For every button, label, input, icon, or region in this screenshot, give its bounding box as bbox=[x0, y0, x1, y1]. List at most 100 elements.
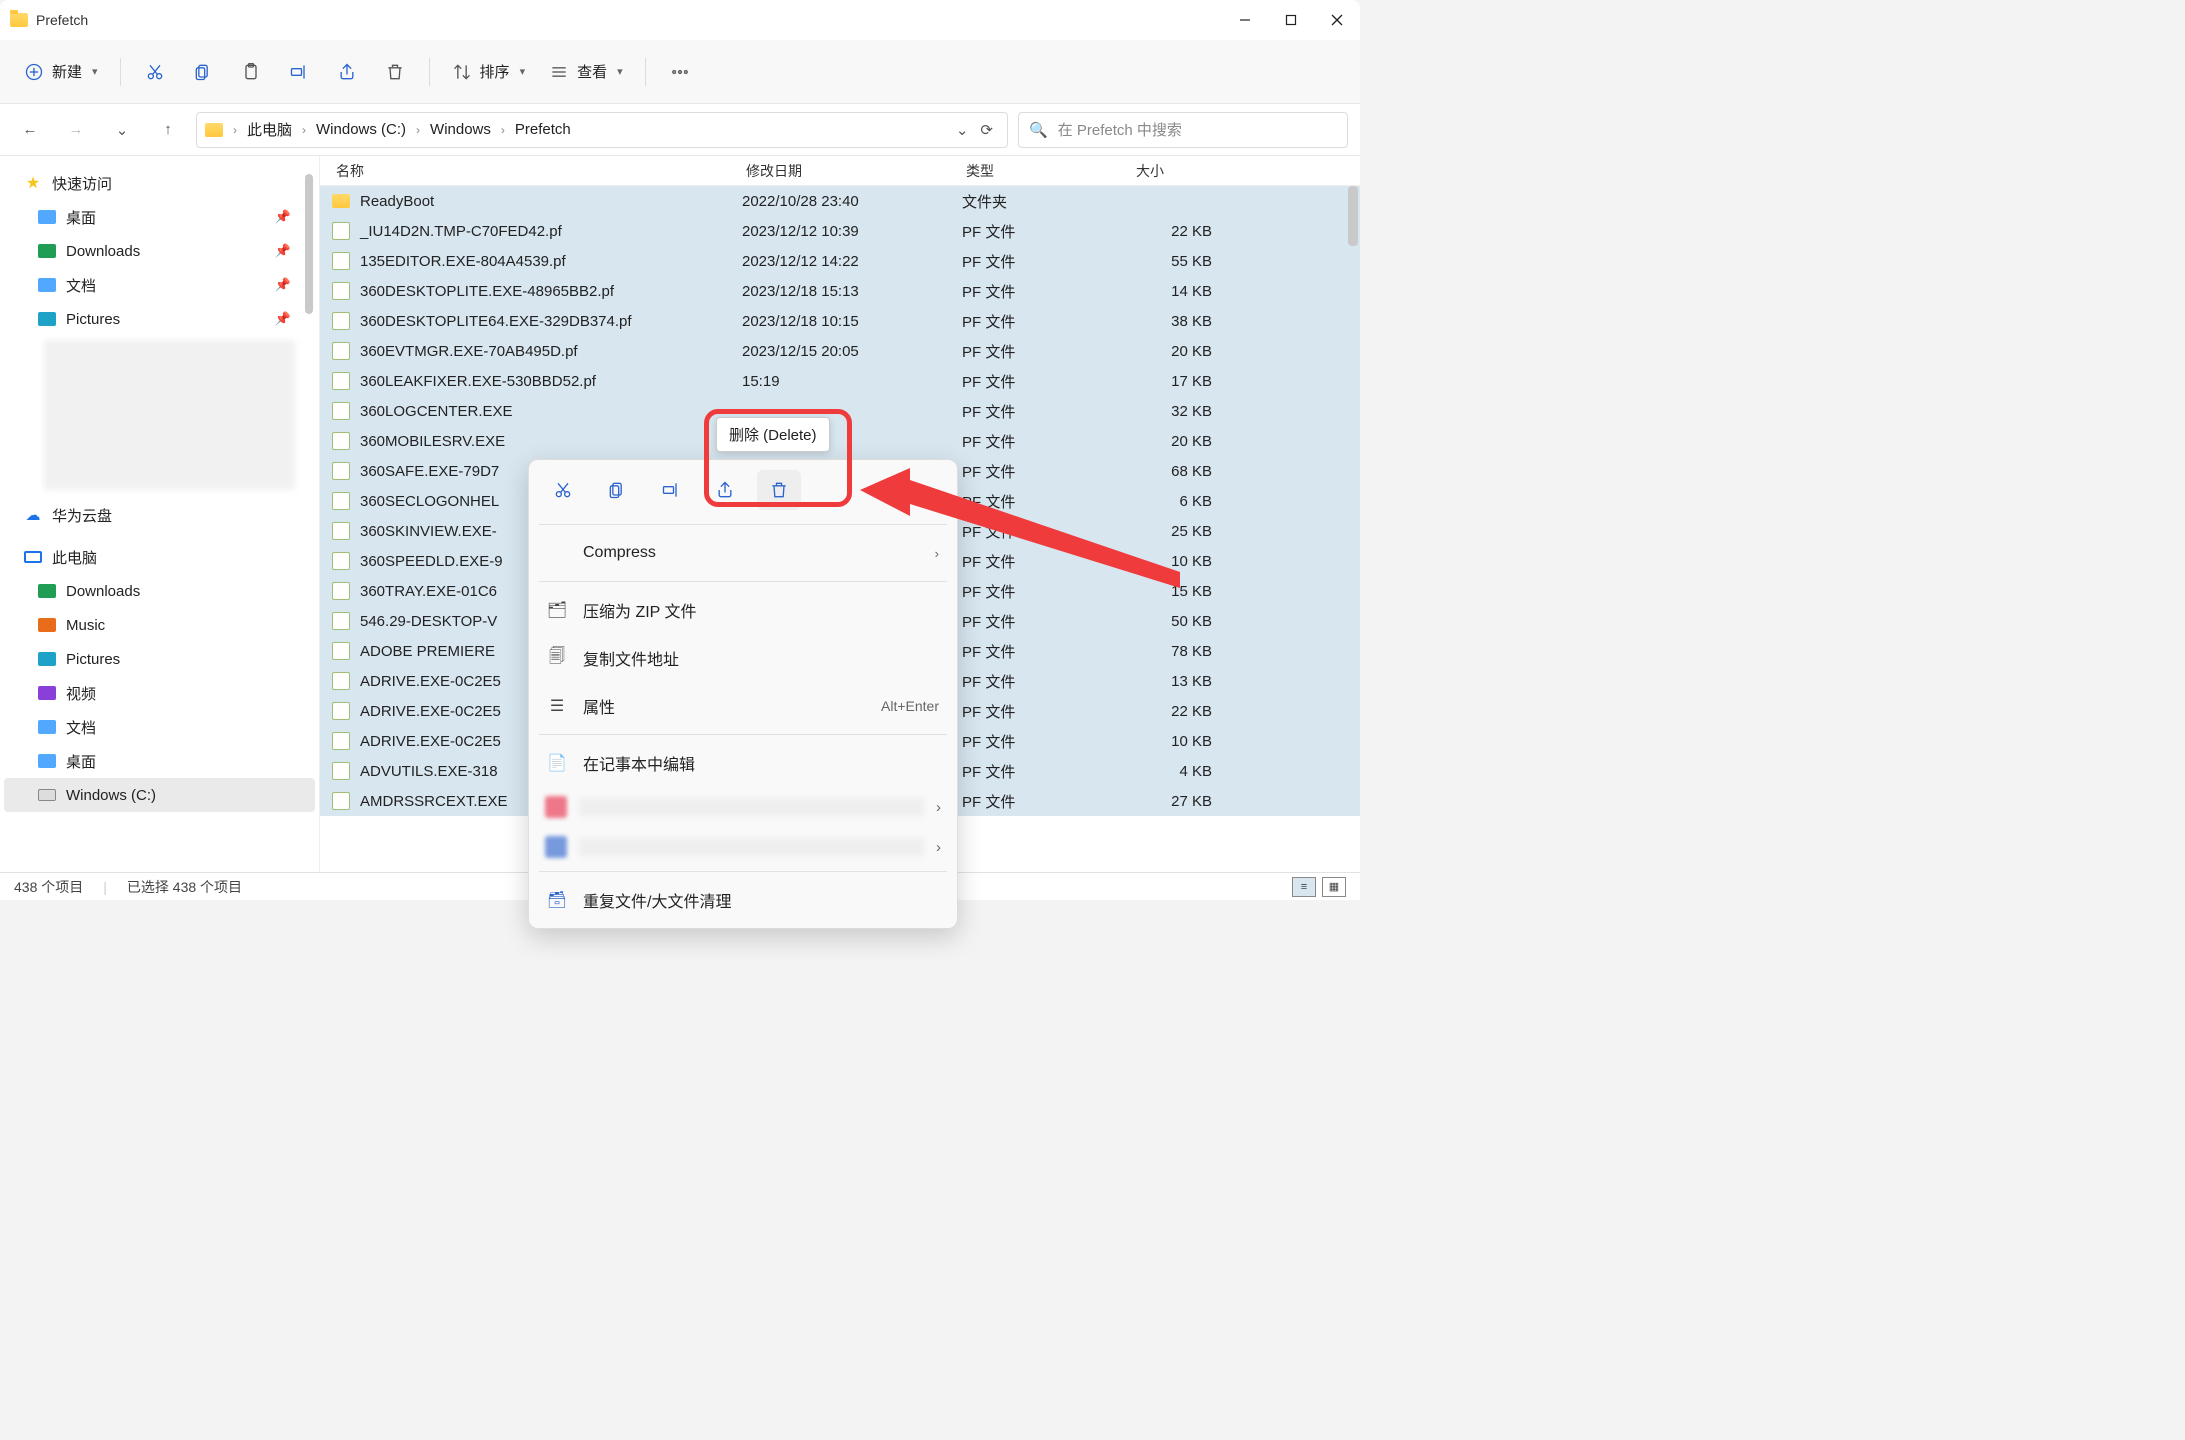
ctx-rename-button[interactable] bbox=[649, 470, 693, 510]
file-type: PF 文件 bbox=[962, 521, 1132, 542]
sidebar-desktop[interactable]: 桌面📌 bbox=[4, 200, 315, 234]
more-button[interactable] bbox=[658, 52, 702, 92]
file-date: 2023/12/12 10:39 bbox=[742, 223, 962, 240]
table-row[interactable]: 360EVTMGR.EXE-70AB495D.pf2023/12/15 20:0… bbox=[320, 336, 1360, 366]
sidebar-pictures[interactable]: Pictures📌 bbox=[4, 302, 315, 336]
delete-button[interactable] bbox=[373, 52, 417, 92]
copy-button[interactable] bbox=[181, 52, 225, 92]
col-type[interactable]: 类型 bbox=[962, 161, 1132, 181]
ctx-delete-button[interactable] bbox=[757, 470, 801, 510]
ctx-notepad[interactable]: 📄 在记事本中编辑 bbox=[529, 739, 957, 787]
table-row[interactable]: 360MOBILESRV.EXEPF 文件20 KB bbox=[320, 426, 1360, 456]
col-name[interactable]: 名称 bbox=[332, 161, 742, 181]
new-label: 新建 bbox=[52, 61, 82, 82]
forward-button[interactable]: → bbox=[58, 112, 94, 148]
file-date: 2023/12/15 20:05 bbox=[742, 343, 962, 360]
file-name: ADRIVE.EXE-0C2E5 bbox=[360, 703, 501, 720]
chevron-down-icon: ▾ bbox=[92, 65, 98, 78]
ctx-properties[interactable]: ☰ 属性 Alt+Enter bbox=[529, 682, 957, 730]
file-size: 20 KB bbox=[1132, 433, 1252, 450]
file-size: 15 KB bbox=[1132, 583, 1252, 600]
file-icon bbox=[332, 402, 350, 420]
ctx-cut-button[interactable] bbox=[541, 470, 585, 510]
view-grid-toggle[interactable]: ▦ bbox=[1322, 877, 1346, 897]
folder-icon bbox=[38, 278, 56, 292]
folder-icon bbox=[38, 720, 56, 734]
column-headers[interactable]: 名称 修改日期 类型 大小 bbox=[320, 156, 1360, 186]
col-size[interactable]: 大小 bbox=[1132, 161, 1252, 181]
ctx-compress[interactable]: Compress › bbox=[529, 529, 957, 577]
sidebar-hwcloud[interactable]: ☁华为云盘 bbox=[4, 498, 315, 532]
refresh-button[interactable]: ⟳ bbox=[980, 121, 993, 139]
table-row[interactable]: 135EDITOR.EXE-804A4539.pf2023/12/12 14:2… bbox=[320, 246, 1360, 276]
new-button[interactable]: 新建 ▾ bbox=[14, 52, 108, 92]
ctx-copy-button[interactable] bbox=[595, 470, 639, 510]
music-icon bbox=[38, 618, 56, 632]
close-button[interactable] bbox=[1314, 0, 1360, 40]
file-name: 360DESKTOPLITE64.EXE-329DB374.pf bbox=[360, 313, 632, 330]
sidebar-documents[interactable]: 文档📌 bbox=[4, 268, 315, 302]
breadcrumb[interactable]: › 此电脑› Windows (C:)› Windows› Prefetch ⌄… bbox=[196, 112, 1008, 148]
table-row[interactable]: 360DESKTOPLITE.EXE-48965BB2.pf2023/12/18… bbox=[320, 276, 1360, 306]
chevron-down-icon: ▾ bbox=[617, 65, 623, 78]
file-type: PF 文件 bbox=[962, 701, 1132, 722]
sidebar-downloads[interactable]: Downloads📌 bbox=[4, 234, 315, 268]
file-name: ADRIVE.EXE-0C2E5 bbox=[360, 673, 501, 690]
file-type: 文件夹 bbox=[962, 191, 1132, 212]
file-icon bbox=[332, 762, 350, 780]
table-row[interactable]: 360LOGCENTER.EXEPF 文件32 KB bbox=[320, 396, 1360, 426]
titlebar: Prefetch bbox=[0, 0, 1360, 40]
minimize-button[interactable] bbox=[1222, 0, 1268, 40]
file-date: 15:19 bbox=[742, 373, 962, 390]
rename-button[interactable] bbox=[277, 52, 321, 92]
ctx-share-button[interactable] bbox=[703, 470, 747, 510]
maximize-button[interactable] bbox=[1268, 0, 1314, 40]
sidebar-video[interactable]: 视频 bbox=[4, 676, 315, 710]
sidebar-quick-access[interactable]: ★快速访问 bbox=[4, 166, 315, 200]
sort-button[interactable]: 排序 ▾ bbox=[442, 52, 536, 92]
paste-button[interactable] bbox=[229, 52, 273, 92]
up-button[interactable]: ↑ bbox=[150, 112, 186, 148]
table-row[interactable]: _IU14D2N.TMP-C70FED42.pf2023/12/12 10:39… bbox=[320, 216, 1360, 246]
toolbar: 新建 ▾ 排序 ▾ 查看 ▾ bbox=[0, 40, 1360, 104]
blurred-item[interactable]: › bbox=[545, 787, 941, 827]
sidebar-documents2[interactable]: 文档 bbox=[4, 710, 315, 744]
share-button[interactable] bbox=[325, 52, 369, 92]
window-controls bbox=[1222, 0, 1360, 40]
breadcrumb-part[interactable]: Windows bbox=[426, 121, 495, 138]
kbd-shortcut: Alt+Enter bbox=[881, 698, 939, 714]
scrollbar[interactable] bbox=[1348, 186, 1358, 246]
search-box[interactable]: 🔍 在 Prefetch 中搜索 bbox=[1018, 112, 1348, 148]
back-button[interactable]: ← bbox=[12, 112, 48, 148]
sidebar-music[interactable]: Music bbox=[4, 608, 315, 642]
ctx-dup-clean[interactable]: 🗃 重复文件/大文件清理 bbox=[529, 876, 957, 924]
table-row[interactable]: 360LEAKFIXER.EXE-530BBD52.pf15:19PF 文件17… bbox=[320, 366, 1360, 396]
sidebar-pictures2[interactable]: Pictures bbox=[4, 642, 315, 676]
sidebar-desktop2[interactable]: 桌面 bbox=[4, 744, 315, 778]
breadcrumb-part[interactable]: 此电脑 bbox=[243, 119, 296, 140]
ctx-copy-path[interactable]: 🗐 复制文件地址 bbox=[529, 634, 957, 682]
file-type: PF 文件 bbox=[962, 761, 1132, 782]
table-row[interactable]: ReadyBoot2022/10/28 23:40文件夹 bbox=[320, 186, 1360, 216]
cloud-icon: ☁ bbox=[24, 506, 42, 524]
blurred-item[interactable]: › bbox=[545, 827, 941, 867]
scrollbar[interactable] bbox=[305, 174, 313, 314]
sort-label: 排序 bbox=[480, 61, 510, 82]
table-row[interactable]: 360DESKTOPLITE64.EXE-329DB374.pf2023/12/… bbox=[320, 306, 1360, 336]
file-size: 17 KB bbox=[1132, 373, 1252, 390]
sidebar-downloads2[interactable]: Downloads bbox=[4, 574, 315, 608]
sidebar-thispc[interactable]: 此电脑 bbox=[4, 540, 315, 574]
breadcrumb-part[interactable]: Windows (C:) bbox=[312, 121, 410, 138]
file-size: 10 KB bbox=[1132, 733, 1252, 750]
pin-icon: 📌 bbox=[275, 243, 291, 259]
cut-button[interactable] bbox=[133, 52, 177, 92]
pin-icon: 📌 bbox=[275, 277, 291, 293]
chevron-down-icon[interactable]: ⌄ bbox=[956, 121, 969, 139]
ctx-zip[interactable]: 🗂 压缩为 ZIP 文件 bbox=[529, 586, 957, 634]
breadcrumb-part[interactable]: Prefetch bbox=[511, 121, 575, 138]
view-button[interactable]: 查看 ▾ bbox=[539, 52, 633, 92]
recent-dropdown[interactable]: ⌄ bbox=[104, 112, 140, 148]
sidebar-drive-c[interactable]: Windows (C:) bbox=[4, 778, 315, 812]
col-date[interactable]: 修改日期 bbox=[742, 161, 962, 181]
view-details-toggle[interactable]: ≡ bbox=[1292, 877, 1316, 897]
